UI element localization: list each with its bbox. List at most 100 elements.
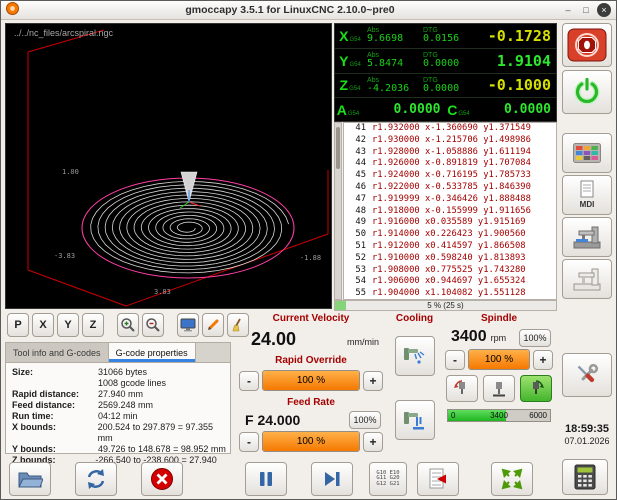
flood-button[interactable] <box>395 400 435 440</box>
feed-decrease-button[interactable]: - <box>239 432 259 452</box>
gremlin-preview[interactable]: 1.00 3.83 -3.83 -1.88 ../../nc_files/arc… <box>5 23 332 309</box>
tab-gcode-properties[interactable]: G-code properties <box>109 343 196 362</box>
gcode-line-text: r1.922000 x-0.533785 y1.846390 <box>372 182 531 194</box>
dro-axis-z[interactable]: ZG54 Abs-4.2036 DTG0.0000 -0.1000 <box>335 74 556 99</box>
loaded-file-path: ../../nc_files/arcspiral.ngc <box>14 28 113 38</box>
rapid-increase-button[interactable]: + <box>363 371 383 391</box>
gmoccapy-window: gmoccapy 3.5.1 for LinuxCNC 2.10.0~pre0 … <box>0 0 617 500</box>
view-z-button[interactable]: Z <box>82 313 104 337</box>
run-from-line-button[interactable] <box>417 462 459 496</box>
bottom-toolbar: G10 E10 G11 G20 G12 G21 <box>5 460 557 498</box>
gcode-line[interactable]: 47r1.919999 x-0.346426 y1.888488 <box>344 194 556 206</box>
tool-settings-button[interactable] <box>562 259 612 299</box>
spindle-stop-button[interactable] <box>483 375 515 402</box>
open-file-button[interactable] <box>9 462 51 496</box>
toggle-dimensions-button[interactable] <box>177 313 199 337</box>
mdi-mode-button[interactable]: MDI <box>562 175 612 215</box>
velocity-unit: mm/min <box>347 337 379 347</box>
rapid-override-slider[interactable]: 100 % <box>262 370 360 391</box>
spindle-left-button[interactable] <box>446 375 478 402</box>
estop-button[interactable] <box>562 23 612 67</box>
tool-machine-icon <box>572 265 602 293</box>
spindle-increase-button[interactable]: + <box>533 350 553 370</box>
close-button[interactable]: × <box>597 3 611 17</box>
gcode-line[interactable]: 46r1.922000 x-0.533785 y1.846390 <box>344 182 556 194</box>
tab-tool-info[interactable]: Tool info and G-codes <box>6 343 109 362</box>
machine-settings-button[interactable] <box>562 217 612 257</box>
spindle-decrease-button[interactable]: - <box>445 350 465 370</box>
rapid-override-frame: Rapid Override - 100 % + <box>235 354 387 396</box>
gcode-line[interactable]: 45r1.924000 x-0.716195 y1.785733 <box>344 170 556 182</box>
gcode-line-text: r1.928000 x-1.058886 y1.611194 <box>372 147 531 159</box>
dro-axis-ac[interactable]: AG54 0.0000 CG54 0.0000 <box>335 98 556 121</box>
gcode-line[interactable]: 53r1.908000 x0.775525 y1.743280 <box>344 265 556 277</box>
mist-icon <box>402 343 428 369</box>
spindle-reset-button[interactable]: 100% <box>519 329 551 347</box>
scrollbar-thumb[interactable] <box>336 127 340 169</box>
gcode-line[interactable]: 52r1.910000 x0.598240 y1.813893 <box>344 253 556 265</box>
dro-value-c: 0.0000 <box>472 102 557 117</box>
view-p-label: P <box>14 319 21 331</box>
maximize-button[interactable]: □ <box>579 3 593 17</box>
view-x-label: X <box>39 319 46 331</box>
property-value: 27.940 mm <box>98 389 143 400</box>
feed-reset-button[interactable]: 100% <box>349 411 381 429</box>
minimize-button[interactable]: – <box>561 3 575 17</box>
keypad-grid-icon <box>573 143 601 163</box>
spindle-buttons-row <box>441 370 557 402</box>
gcode-line[interactable]: 44r1.926000 x-0.891819 y1.707084 <box>344 158 556 170</box>
window-title: gmoccapy 3.5.1 for LinuxCNC 2.10.0~pre0 <box>23 4 557 16</box>
mist-button[interactable] <box>395 336 435 376</box>
abs-column: Abs-4.2036 <box>365 77 421 94</box>
rapid-decrease-button[interactable]: - <box>239 371 259 391</box>
gcode-line[interactable]: 49r1.916000 x0.035589 y1.915169 <box>344 217 556 229</box>
spindle-rpm-unit: rpm <box>491 333 507 343</box>
current-velocity-frame: Current Velocity 24.00 mm/min <box>235 312 387 354</box>
edit-gcode-button[interactable] <box>202 313 224 337</box>
gcode-line[interactable]: 43r1.928000 x-1.058886 y1.611194 <box>344 147 556 159</box>
calculator-button[interactable] <box>562 459 608 495</box>
step-button[interactable] <box>311 462 353 496</box>
emergency-stop-icon <box>567 28 607 62</box>
stop-button[interactable] <box>141 462 183 496</box>
dro-panel: XG54 Abs9.6698 DTG0.0156 -0.1728 YG54 Ab… <box>334 23 557 122</box>
dro-value-a: 0.0000 <box>361 102 446 117</box>
spindle-override-slider[interactable]: 100 % <box>468 349 530 370</box>
titlebar[interactable]: gmoccapy 3.5.1 for LinuxCNC 2.10.0~pre0 … <box>1 1 616 20</box>
gcode-line-number: 51 <box>344 241 366 253</box>
gcode-line[interactable]: 42r1.930000 x-1.215706 y1.498986 <box>344 135 556 147</box>
fullscreen-button[interactable] <box>491 462 533 496</box>
gcode-line[interactable]: 54r1.906000 x0.944697 y1.655324 <box>344 276 556 288</box>
settings-button[interactable] <box>562 353 612 397</box>
reload-file-button[interactable] <box>75 462 117 496</box>
machine-on-button[interactable] <box>562 70 612 114</box>
zoom-in-button[interactable] <box>117 313 139 337</box>
feed-override-slider[interactable]: 100 % <box>262 431 360 452</box>
feed-increase-button[interactable]: + <box>363 432 383 452</box>
pause-button[interactable] <box>245 462 287 496</box>
gcode-line-text: r1.912000 x0.414597 y1.866508 <box>372 241 526 253</box>
dro-axis-y[interactable]: YG54 Abs5.8474 DTG0.0000 1.9104 <box>335 49 556 74</box>
gcode-line[interactable]: 51 r1.912000 x0.414597 y1.866508 <box>344 241 556 253</box>
view-x-button[interactable]: X <box>32 313 54 337</box>
gcode-view-button[interactable]: G10 E10 G11 G20 G12 G21 <box>369 462 407 496</box>
spindle-right-button[interactable] <box>520 375 552 402</box>
gcode-line[interactable]: 50r1.914000 x0.226423 y1.900560 <box>344 229 556 241</box>
property-label <box>12 378 98 389</box>
feed-slider-row: - 100 % + <box>235 429 387 452</box>
gcode-line[interactable]: 41r1.932000 x-1.360690 y1.371549 <box>344 123 556 135</box>
gcode-line-text: r1.914000 x0.226423 y1.900560 <box>372 229 526 241</box>
gcode-line[interactable]: 48r1.918000 x-0.155999 y1.911656 <box>344 206 556 218</box>
spindle-cw-icon <box>526 380 546 398</box>
property-row: X bounds:200.524 to 297.879 = 97.355 mm <box>6 422 230 444</box>
spindle-ccw-icon <box>452 380 472 398</box>
dro-axis-x[interactable]: XG54 Abs9.6698 DTG0.0156 -0.1728 <box>335 24 556 49</box>
zoom-out-icon <box>145 317 161 333</box>
zoom-out-button[interactable] <box>142 313 164 337</box>
view-perspective-button[interactable]: P <box>7 313 29 337</box>
keyboard-button[interactable] <box>562 133 612 173</box>
view-y-button[interactable]: Y <box>57 313 79 337</box>
gcode-list[interactable]: 41r1.932000 x-1.360690 y1.37154942r1.930… <box>343 122 557 300</box>
gcode-scrollbar[interactable] <box>334 122 342 300</box>
gcode-line[interactable]: 55r1.904000 x1.104082 y1.551128 <box>344 288 556 300</box>
